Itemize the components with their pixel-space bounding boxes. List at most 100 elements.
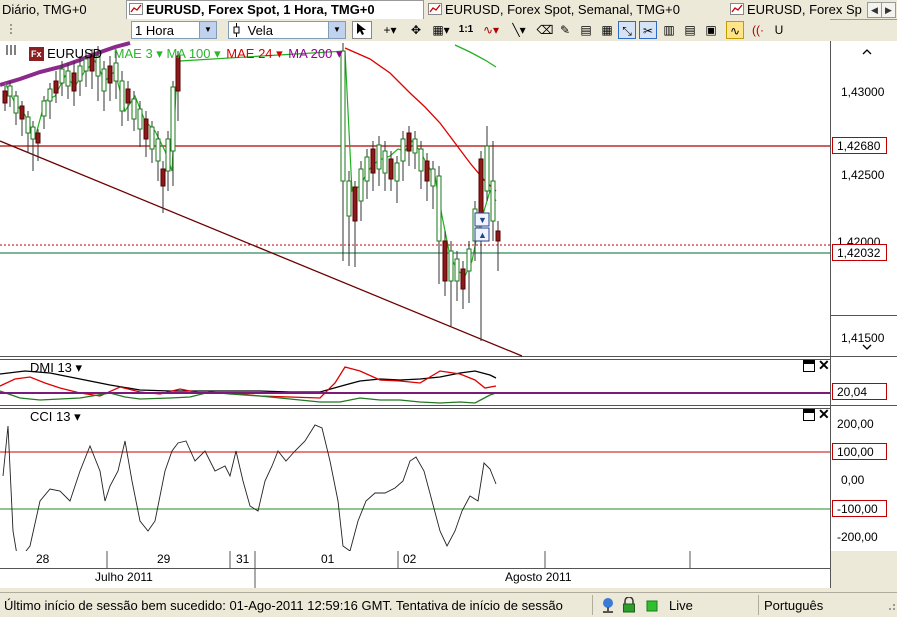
price-axis[interactable]: 1,43000 1,42500 1,41500 1,42680 1,42032 … xyxy=(830,41,897,588)
maximize-panel-icon[interactable] xyxy=(803,360,815,372)
chevron-down-icon[interactable]: ▼ xyxy=(199,22,216,38)
candle-body xyxy=(30,126,36,140)
chevron-down-icon[interactable]: ▾ xyxy=(211,46,225,61)
timeframe-select[interactable]: 1 Hora ▼ xyxy=(131,21,217,39)
tab-daily[interactable]: Diário, TMG+0 xyxy=(0,1,127,18)
candle-body xyxy=(2,90,8,104)
chevron-down-icon[interactable]: ▼ xyxy=(328,22,345,38)
candle-body xyxy=(436,175,442,242)
fx-badge: Fx xyxy=(29,47,44,61)
candle-body xyxy=(160,168,166,187)
chevron-down-icon[interactable]: ▾ xyxy=(70,409,81,424)
candle-body xyxy=(340,50,346,182)
lock-icon[interactable] xyxy=(622,596,640,616)
candle-body xyxy=(35,132,41,144)
drag-handle-icon[interactable] xyxy=(5,43,17,57)
cursor-tool-icon[interactable] xyxy=(352,21,372,39)
chart-type-select[interactable]: Vela ▼ xyxy=(228,21,346,39)
tab-label: EURUSD, Forex Spot, Semanal, TMG+0 xyxy=(445,2,680,17)
table-icon[interactable]: ▤ xyxy=(681,21,699,39)
magnet-icon[interactable]: U xyxy=(772,21,786,39)
candle-body xyxy=(119,80,125,112)
connection-status-icon xyxy=(645,596,661,616)
candle-body xyxy=(13,95,19,114)
chevron-down-icon[interactable]: ▾ xyxy=(153,46,167,61)
indicator-icon[interactable]: ∿ xyxy=(726,21,744,39)
tools-icon[interactable]: ✂ xyxy=(639,21,657,39)
legend-ma200[interactable]: MA 200 xyxy=(288,46,332,61)
chart-icon xyxy=(730,3,744,15)
candle-body xyxy=(77,65,83,82)
legend-ma3[interactable]: MAE 3 xyxy=(114,46,153,61)
price-marker-current[interactable]: 1,42032 xyxy=(832,244,887,261)
cci-legend[interactable]: CCI 13 ▾ xyxy=(30,409,81,425)
candle-body xyxy=(7,85,13,97)
candle-body xyxy=(448,250,454,282)
main-legend: Fx EURUSD MAE 3 ▾ MA 100 ▾ MAE 24 ▾ MA 2… xyxy=(29,46,343,62)
resize-grip-icon[interactable] xyxy=(884,596,897,616)
legend-instrument[interactable]: EURUSD xyxy=(47,46,102,61)
candle-body xyxy=(143,118,149,140)
crosshair-tool-icon[interactable]: +▾ xyxy=(378,21,402,39)
dmi-legend[interactable]: DMI 13 ▾ xyxy=(30,360,82,376)
chevron-down-icon[interactable]: ▾ xyxy=(332,46,343,61)
tab-eurusd-weekly[interactable]: EURUSD, Forex Spot, Semanal, TMG+0 xyxy=(426,1,726,18)
maximize-panel-icon[interactable] xyxy=(803,409,815,421)
tab-eurusd-hourly[interactable]: EURUSD, Forex Spot, 1 Hora, TMG+0 xyxy=(126,0,424,20)
chevron-down-icon[interactable] xyxy=(862,341,872,351)
status-bar: Último início de sessão bem sucedido: 01… xyxy=(0,592,897,617)
time-axis[interactable]: 28 29 31 01 02 Julho 2011 Agosto 2011 xyxy=(0,551,830,588)
grid-icon[interactable]: ▦ xyxy=(598,21,616,39)
close-panel-icon[interactable]: ✕ xyxy=(818,357,830,374)
candle-body xyxy=(376,144,382,170)
chevron-up-icon[interactable] xyxy=(862,46,872,56)
zoom-fit-icon[interactable]: ⤡ xyxy=(618,21,636,39)
chart-canvas[interactable]: ▼ ▲ xyxy=(0,41,830,588)
ma100-line xyxy=(454,44,497,68)
price-marker-high[interactable]: 1,42680 xyxy=(832,137,887,154)
line-tool-icon[interactable]: ╲▾ xyxy=(507,21,531,39)
chart-settings-icon[interactable]: ▤ xyxy=(577,21,595,39)
arrow-down-icon: ▼ xyxy=(478,215,487,225)
pencil-icon[interactable]: ✎ xyxy=(556,21,574,39)
pan-tool-icon[interactable]: ✥ xyxy=(405,21,427,39)
tab-eurusd-other[interactable]: EURUSD, Forex Sp xyxy=(728,1,870,18)
chevron-down-icon[interactable]: ▾ xyxy=(273,46,287,61)
candle-body xyxy=(490,180,496,222)
tab-label: Diário, TMG+0 xyxy=(2,2,87,17)
wave-tool-icon[interactable]: ∿▾ xyxy=(479,21,503,39)
candle-body xyxy=(388,158,394,180)
one-to-one-button[interactable]: 1:1 xyxy=(456,21,476,39)
candlesticks xyxy=(2,43,501,341)
eraser-icon[interactable]: ⌫ xyxy=(536,21,554,39)
cci-upper-marker[interactable]: 100,00 xyxy=(832,443,887,460)
language-label[interactable]: Português xyxy=(764,596,884,616)
legend-mae24[interactable]: MAE 24 xyxy=(226,46,272,61)
chart-type-value: Vela xyxy=(247,23,273,38)
close-panel-icon[interactable]: ✕ xyxy=(818,406,830,423)
tab-scroll-left-icon[interactable]: ◀ xyxy=(867,2,882,18)
cci-lower-marker[interactable]: -100,00 xyxy=(832,500,887,517)
status-message: Último início de sessão bem sucedido: 01… xyxy=(4,598,563,613)
candle-body xyxy=(442,240,448,282)
candle-body xyxy=(137,108,143,130)
candle-body xyxy=(495,230,501,242)
candle-body xyxy=(352,186,358,222)
chart-area[interactable]: ▼ ▲ Fx EURUSD MAE 3 ▾ MA 100 ▾ MAE 24 ▾ … xyxy=(0,41,830,588)
candle-body xyxy=(358,168,364,202)
chevron-down-icon[interactable]: ▾ xyxy=(72,360,83,375)
candle-body xyxy=(406,132,412,152)
layout-icon[interactable]: ▥ xyxy=(660,21,678,39)
signal-icon[interactable]: ((· xyxy=(749,21,767,39)
candle-icon xyxy=(232,22,244,40)
candle-body xyxy=(113,62,119,82)
grid-tool-icon[interactable]: ▦▾ xyxy=(430,21,452,39)
window-icon[interactable]: ▣ xyxy=(702,21,720,39)
chart-icon xyxy=(129,3,143,15)
tab-scroll-right-icon[interactable]: ▶ xyxy=(881,2,896,18)
network-icon[interactable] xyxy=(600,596,616,616)
connection-label: Live xyxy=(669,598,693,613)
legend-ma100[interactable]: MA 100 xyxy=(166,46,210,61)
candle-body xyxy=(412,138,418,154)
dmi-value-marker[interactable]: 20,04 xyxy=(832,383,887,400)
